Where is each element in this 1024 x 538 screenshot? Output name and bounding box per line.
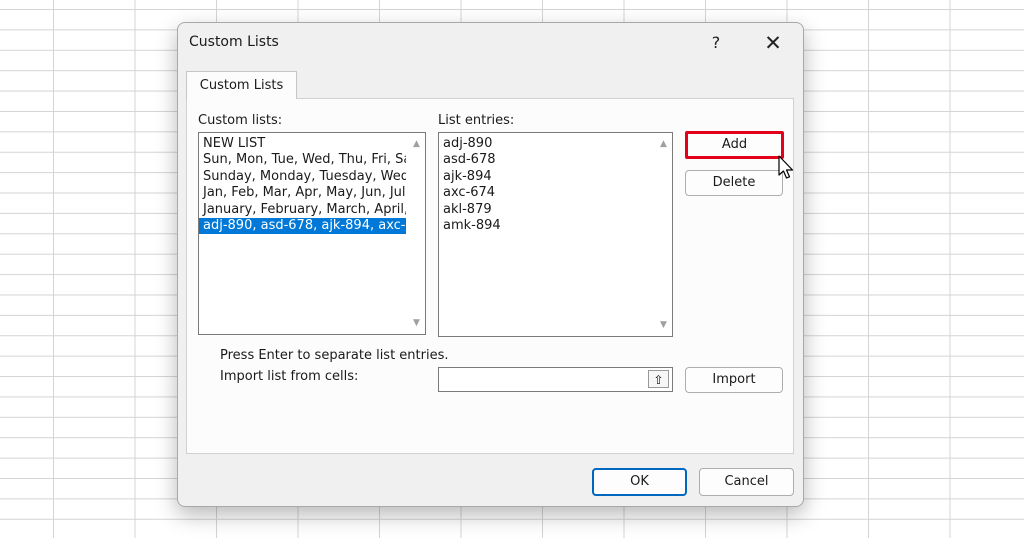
list-entries-textbox[interactable]: adj-890 asd-678 ajk-894 axc-674 akl-879 … [438, 132, 673, 337]
mouse-pointer-icon [778, 155, 794, 179]
ok-button[interactable]: OK [592, 468, 687, 496]
import-button[interactable]: Import [685, 367, 783, 393]
import-button-label: Import [712, 372, 756, 387]
import-label: Import list from cells: [220, 369, 359, 384]
list-entry: asd-678 [443, 152, 496, 168]
list-entry: axc-674 [443, 185, 496, 201]
scroll-down-icon[interactable]: ▼ [408, 318, 425, 328]
list-entry: ajk-894 [443, 168, 492, 184]
close-button[interactable]: ✕ [761, 31, 785, 55]
custom-lists-rows: NEW LIST Sun, Mon, Tue, Wed, Thu, Fri, S… [199, 136, 406, 235]
list-item[interactable]: January, February, March, April, May, Ju… [199, 202, 406, 218]
collapse-dialog-icon[interactable]: ⇧ [648, 370, 669, 388]
scroll-down-icon[interactable]: ▼ [655, 320, 672, 330]
scroll-up-icon[interactable]: ▲ [408, 139, 425, 149]
custom-lists-scrollbar[interactable]: ▲ ▼ [408, 133, 425, 334]
cancel-button[interactable]: Cancel [699, 468, 794, 496]
list-item[interactable]: Jan, Feb, Mar, Apr, May, Jun, Jul, Aug, … [199, 185, 406, 201]
cancel-button-label: Cancel [724, 474, 769, 489]
import-range-input[interactable]: ⇧ [438, 367, 673, 392]
dialog-title: Custom Lists [189, 34, 279, 50]
list-item[interactable]: Sun, Mon, Tue, Wed, Thu, Fri, Sat [199, 152, 406, 168]
dialog-titlebar: Custom Lists ? ✕ [178, 23, 803, 63]
help-button[interactable]: ? [704, 31, 728, 55]
scroll-up-icon[interactable]: ▲ [655, 139, 672, 149]
custom-lists-dialog: Custom Lists ? ✕ Custom Lists Custom lis… [177, 22, 804, 507]
tab-custom-lists[interactable]: Custom Lists [186, 71, 297, 99]
tab-panel: Custom lists: NEW LIST Sun, Mon, Tue, We… [186, 98, 794, 454]
list-item-selected[interactable]: adj-890, asd-678, ajk-894, axc-674, akl-… [199, 217, 406, 235]
custom-lists-listbox[interactable]: NEW LIST Sun, Mon, Tue, Wed, Thu, Fri, S… [198, 132, 426, 335]
add-button[interactable]: Add [685, 131, 784, 159]
list-entry: akl-879 [443, 201, 492, 217]
list-entries-rows: adj-890 asd-678 ajk-894 axc-674 akl-879 … [439, 136, 653, 234]
list-item[interactable]: Sunday, Monday, Tuesday, Wednesday, Thur… [199, 169, 406, 185]
add-button-label: Add [721, 137, 748, 152]
list-item[interactable]: NEW LIST [199, 136, 406, 152]
list-entries-scrollbar[interactable]: ▲ ▼ [655, 133, 672, 336]
list-entry: amk-894 [443, 217, 501, 233]
hint-text: Press Enter to separate list entries. [220, 348, 449, 363]
delete-button-label: Delete [712, 175, 756, 190]
delete-button[interactable]: Delete [685, 170, 783, 196]
ok-button-label: OK [630, 474, 649, 489]
list-entry: adj-890 [443, 136, 493, 151]
custom-lists-label: Custom lists: [198, 113, 283, 128]
list-entries-label: List entries: [438, 113, 515, 128]
